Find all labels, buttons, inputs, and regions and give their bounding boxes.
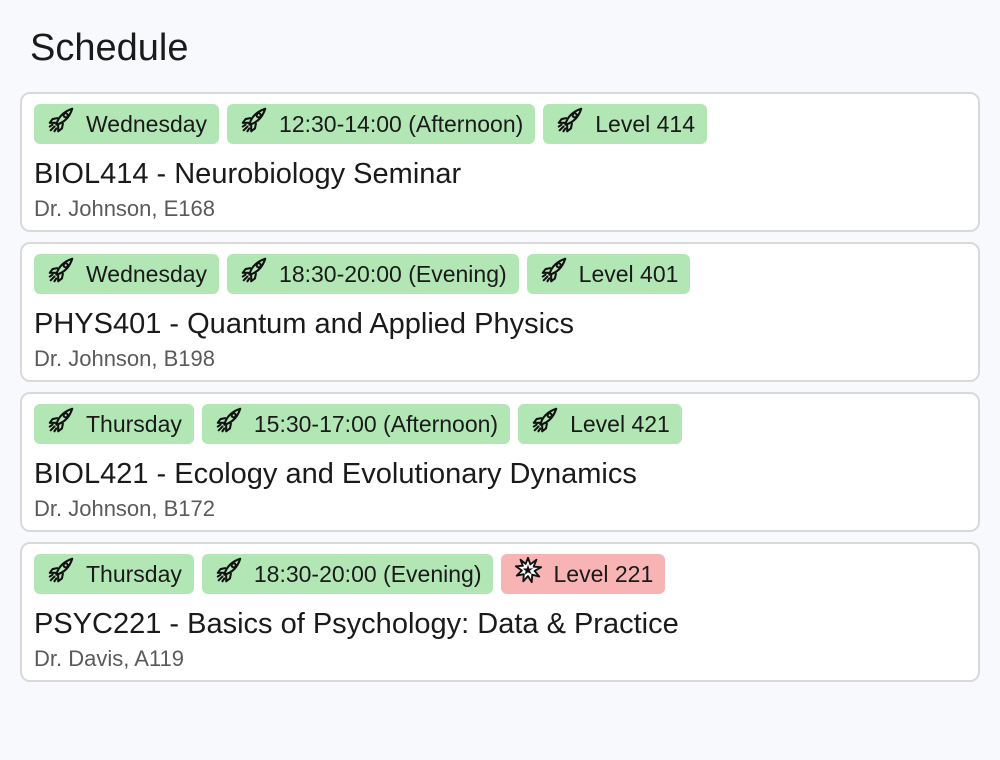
course-meta: Dr. Davis, A119: [34, 646, 184, 671]
level-tag: Level 221: [501, 554, 666, 594]
rocket-icon: [239, 105, 269, 135]
rocket-icon: [214, 555, 244, 585]
time-tag: 12:30-14:00 (Afternoon): [227, 104, 536, 144]
tag-row: Thursday 18:30-20:00 (Evening) Level 221: [34, 554, 966, 594]
level-tag: Level 401: [526, 254, 691, 294]
level-label: Level 421: [570, 410, 670, 437]
day-label: Wednesday: [86, 110, 208, 137]
day-label: Wednesday: [86, 260, 208, 287]
course-meta: Dr. Johnson, E168: [34, 196, 216, 221]
course-card[interactable]: Thursday 15:30-17:00 (Afternoon) Level 4…: [20, 392, 980, 532]
course-title: BIOL421 - Ecology and Evolutionary Dynam…: [34, 458, 637, 490]
tag-row: Wednesday 12:30-14:00 (Afternoon) Level …: [34, 104, 966, 144]
level-tag: Level 421: [518, 404, 682, 444]
level-label: Level 401: [578, 260, 679, 287]
page-title: Schedule: [30, 27, 189, 69]
rocket-icon: [239, 255, 269, 285]
level-tag: Level 414: [543, 104, 708, 144]
time-tag: 18:30-20:00 (Evening): [227, 254, 519, 294]
day-tag: Thursday: [34, 404, 194, 444]
course-meta: Dr. Johnson, B198: [34, 346, 216, 371]
day-tag: Wednesday: [34, 254, 220, 294]
course-title: PSYC221 - Basics of Psychology: Data & P…: [34, 608, 679, 640]
level-label: Level 221: [553, 560, 654, 587]
course-meta: Dr. Johnson, B172: [34, 496, 216, 521]
rocket-icon: [214, 405, 244, 435]
day-tag: Wednesday: [34, 104, 220, 144]
rocket-icon: [530, 405, 560, 435]
rocket-icon: [46, 105, 76, 135]
tag-row: Thursday 15:30-17:00 (Afternoon) Level 4…: [34, 404, 966, 444]
tag-row: Wednesday 18:30-20:00 (Evening) Level 40…: [34, 254, 966, 294]
course-title: PHYS401 - Quantum and Applied Physics: [34, 308, 575, 340]
level-label: Level 414: [595, 110, 696, 137]
rocket-icon: [539, 255, 569, 285]
day-tag: Thursday: [34, 554, 194, 594]
rocket-icon: [46, 555, 76, 585]
course-title: BIOL414 - Neurobiology Seminar: [34, 158, 462, 190]
rocket-icon: [555, 105, 585, 135]
course-card[interactable]: Thursday 18:30-20:00 (Evening) Level 221…: [20, 542, 980, 682]
course-card[interactable]: Wednesday 18:30-20:00 (Evening) Level 40…: [20, 242, 980, 382]
rocket-icon: [46, 405, 76, 435]
day-label: Thursday: [86, 560, 182, 587]
time-tag: 18:30-20:00 (Evening): [201, 554, 494, 594]
time-tag: 15:30-17:00 (Afternoon): [201, 404, 511, 444]
time-label: 15:30-17:00 (Afternoon): [253, 410, 499, 437]
time-label: 12:30-14:00 (Afternoon): [279, 110, 524, 137]
schedule-page: Schedule Wednesday 12:30-14:00 (Afternoo…: [0, 0, 1000, 760]
rocket-icon: [46, 255, 76, 285]
explosion-icon: [513, 555, 543, 585]
course-card[interactable]: Wednesday 12:30-14:00 (Afternoon) Level …: [20, 92, 980, 232]
day-label: Thursday: [86, 410, 182, 437]
time-label: 18:30-20:00 (Evening): [279, 260, 507, 287]
time-label: 18:30-20:00 (Evening): [253, 560, 482, 587]
